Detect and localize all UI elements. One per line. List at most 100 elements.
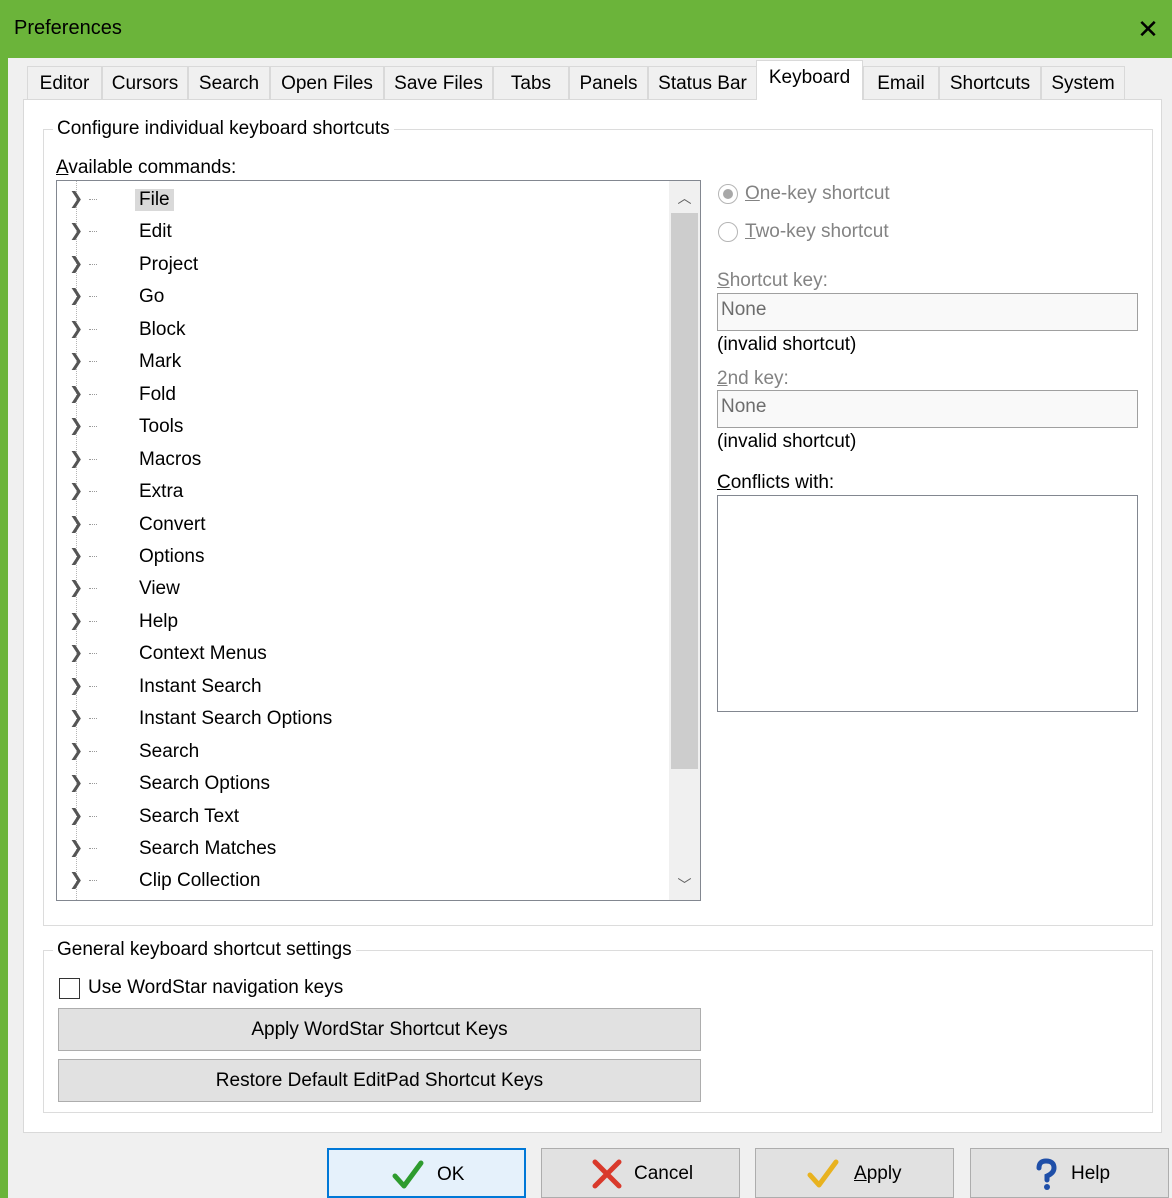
tree-item[interactable]: ❯ Extra [57, 477, 669, 509]
expand-chevron-icon[interactable]: ❯ [69, 514, 83, 534]
restore-default-button[interactable]: Restore Default EditPad Shortcut Keys [58, 1059, 701, 1102]
expand-chevron-icon[interactable]: ❯ [69, 870, 83, 890]
tree-item[interactable]: ❯ Instant Search Options [57, 704, 669, 736]
second-key-value: None [721, 396, 767, 417]
tab-search[interactable]: Search [188, 66, 270, 99]
expand-chevron-icon[interactable]: ❯ [69, 773, 83, 793]
apply-check-icon [807, 1159, 839, 1188]
tab-editor[interactable]: Editor [27, 66, 102, 99]
tree-connector [89, 555, 97, 557]
tree-item-label: Context Menus [139, 643, 267, 665]
tree-item[interactable]: ❯ Macros [57, 445, 669, 477]
tab-open-files[interactable]: Open Files [270, 66, 384, 99]
expand-chevron-icon[interactable]: ❯ [69, 806, 83, 826]
tree-item[interactable]: ❯ Help [57, 607, 669, 639]
scroll-down-icon[interactable]: ﹀ [669, 870, 700, 900]
tab-tabs[interactable]: Tabs [493, 66, 569, 99]
tree-item-label: Options [139, 545, 205, 567]
tree-connector [89, 296, 97, 298]
tree-item[interactable]: ❯ Convert [57, 510, 669, 542]
commands-tree[interactable]: ❯ File ❯ Edit ❯ Project ❯ Go ❯ Block ❯ Mark ❯ Fold ❯ To… [56, 180, 701, 901]
general-group-title: General keyboard shortcut settings [53, 939, 356, 961]
tree-item-label: Block [139, 318, 186, 340]
expand-chevron-icon[interactable]: ❯ [69, 384, 83, 404]
shortcut-key-input[interactable]: None [717, 293, 1138, 331]
expand-chevron-icon[interactable]: ❯ [69, 676, 83, 696]
expand-chevron-icon[interactable]: ❯ [69, 708, 83, 728]
tree-connector [89, 880, 97, 882]
tree-connector [89, 620, 97, 622]
expand-chevron-icon[interactable]: ❯ [69, 578, 83, 598]
tree-item[interactable]: ❯ Search Text [57, 802, 669, 834]
tree-item[interactable]: ❯ Go [57, 282, 669, 314]
expand-chevron-icon[interactable]: ❯ [69, 286, 83, 306]
tree-item[interactable]: ❯ View [57, 574, 669, 606]
tree-item[interactable]: ❯ Search Options [57, 769, 669, 801]
cancel-label: Cancel [634, 1163, 694, 1184]
expand-chevron-icon[interactable]: ❯ [69, 351, 83, 371]
tab-status-bar[interactable]: Status Bar [648, 66, 757, 99]
tree-item[interactable]: ❯ Options [57, 542, 669, 574]
scroll-up-icon[interactable]: ︿ [669, 183, 700, 213]
tree-item[interactable]: ❯ Mark [57, 347, 669, 379]
tab-system[interactable]: System [1041, 66, 1125, 99]
second-key-input[interactable]: None [717, 390, 1138, 428]
tree-item[interactable]: ❯ Search [57, 737, 669, 769]
expand-chevron-icon[interactable]: ❯ [69, 741, 83, 761]
expand-chevron-icon[interactable]: ❯ [69, 319, 83, 339]
tree-item-label: Search Matches [139, 838, 277, 859]
wordstar-checkbox-label: Use WordStar navigation keys [88, 977, 344, 998]
tree-item-label: Convert [139, 513, 206, 535]
apply-button[interactable]: Apply [755, 1148, 954, 1198]
expand-chevron-icon[interactable]: ❯ [69, 221, 83, 241]
expand-chevron-icon[interactable]: ❯ [69, 189, 83, 209]
checkmark-icon [392, 1160, 424, 1189]
tree-connector [89, 426, 97, 428]
expand-chevron-icon[interactable]: ❯ [69, 481, 83, 501]
expand-chevron-icon[interactable]: ❯ [69, 416, 83, 436]
tree-connector [89, 231, 97, 233]
tree-item[interactable]: ❯ File [57, 185, 669, 217]
tab-keyboard[interactable]: Keyboard [756, 60, 863, 100]
tab-panels[interactable]: Panels [569, 66, 648, 99]
tree-connector [89, 718, 97, 720]
expand-chevron-icon[interactable]: ❯ [69, 254, 83, 274]
one-key-radio[interactable] [718, 184, 738, 204]
two-key-radio[interactable] [718, 222, 738, 242]
tab-cursors[interactable]: Cursors [102, 66, 188, 99]
expand-chevron-icon[interactable]: ❯ [69, 449, 83, 469]
expand-chevron-icon[interactable]: ❯ [69, 546, 83, 566]
wordstar-checkbox[interactable] [59, 978, 80, 999]
tab-email[interactable]: Email [863, 66, 939, 99]
tree-item[interactable]: ❯ Fold [57, 380, 669, 412]
cancel-button[interactable]: Cancel [541, 1148, 740, 1198]
tree-item[interactable]: ❯ Block [57, 315, 669, 347]
tree-item[interactable]: ❯ Edit [57, 217, 669, 249]
close-icon[interactable]: ✕ [1124, 6, 1172, 52]
conflicts-list[interactable] [717, 495, 1138, 712]
tab-save-files[interactable]: Save Files [384, 66, 493, 99]
tab-shortcuts[interactable]: Shortcuts [939, 66, 1041, 99]
apply-wordstar-button[interactable]: Apply WordStar Shortcut Keys [58, 1008, 701, 1051]
tree-item[interactable]: ❯ Search Matches [57, 834, 669, 866]
tree-item[interactable]: ❯ Clip Collection [57, 866, 669, 898]
expand-chevron-icon[interactable]: ❯ [69, 611, 83, 631]
tree-item[interactable]: ❯ Instant Search [57, 672, 669, 704]
tree-scrollbar[interactable]: ︿ ﹀ [669, 181, 700, 900]
tree-item-label: Macros [139, 448, 202, 470]
tree-item-label: Fold [139, 383, 176, 405]
tree-item[interactable]: ❯ Project [57, 250, 669, 282]
expand-chevron-icon[interactable]: ❯ [69, 838, 83, 858]
tree-item-label: Search [139, 740, 200, 762]
ok-button[interactable]: OK [327, 1148, 526, 1198]
tree-connector [89, 750, 97, 752]
shortcut-key-status: (invalid shortcut) [717, 334, 857, 355]
tree-item-label: Search Text [139, 805, 239, 827]
tree-item[interactable]: ❯ Context Menus [57, 639, 669, 671]
expand-chevron-icon[interactable]: ❯ [69, 643, 83, 663]
help-button[interactable]: Help [970, 1148, 1169, 1198]
scroll-thumb[interactable] [671, 213, 698, 769]
window-border [0, 58, 8, 1198]
tree-item[interactable]: ❯ Tools [57, 412, 669, 444]
apply-label: Apply [854, 1163, 902, 1184]
